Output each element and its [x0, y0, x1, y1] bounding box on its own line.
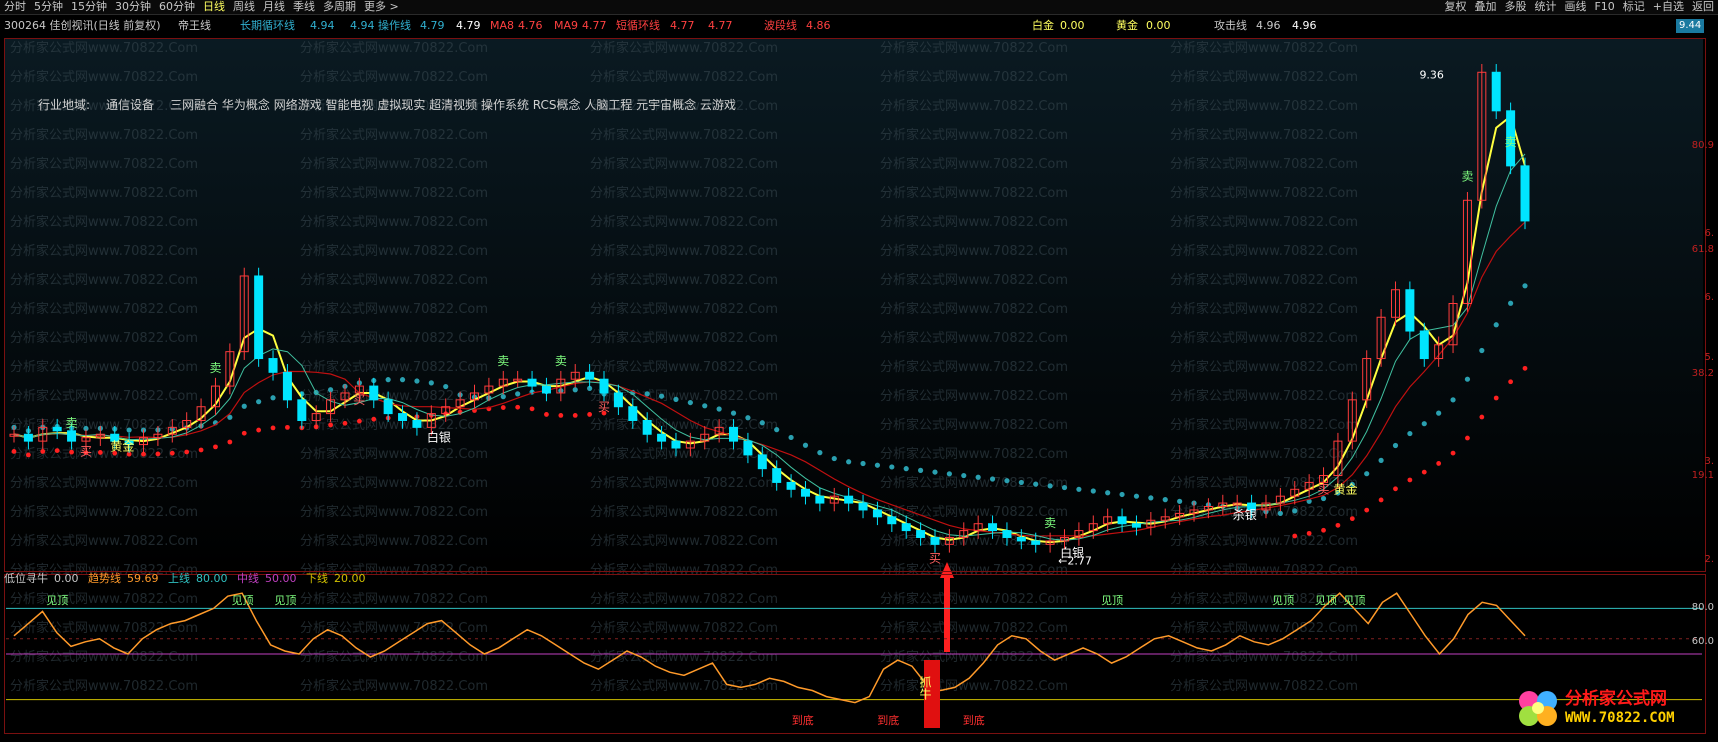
y-tick-8: 2. — [1704, 554, 1714, 565]
logo-title: 分析家公式网 — [1565, 689, 1667, 709]
mid-value: 50.00 — [265, 572, 297, 585]
upper-value: 80.00 — [196, 572, 228, 585]
y-tick-5: 38.2 — [1691, 368, 1714, 379]
industry-label: 行业地域: — [38, 98, 91, 112]
y-tick-6: 3. — [1704, 456, 1714, 467]
sub-chart-panel — [4, 574, 1706, 734]
sub-indicator-header: 低位寻牛 0.00 趋势线 59.69 上线 80.00 中线 50.00 下线 20.0… — [4, 572, 372, 586]
lower-value: 20.00 — [334, 572, 366, 585]
industry-concepts: 三网融合 华为概念 网络游戏 智能电视 虚拟现实 超清视频 操作系统 RCS概念… — [170, 98, 736, 112]
sub-y-tick-80: 80.0 — [1691, 602, 1714, 613]
upper-label: 上线 — [168, 572, 190, 585]
sub-indicator-name[interactable]: 低位寻牛 — [4, 572, 48, 585]
y-tick-1: 6. — [1704, 228, 1714, 239]
y-tick-0: 80.9 — [1691, 140, 1714, 151]
trend-label: 趋势线 — [88, 572, 121, 585]
y-tick-3: 6. — [1704, 292, 1714, 303]
y-tick-7: 19.1 — [1691, 470, 1714, 481]
lower-label: 下线 — [306, 572, 328, 585]
y-tick-2: 61.8 — [1691, 244, 1714, 255]
trend-value: 59.69 — [127, 572, 159, 585]
main-chart-panel — [4, 38, 1706, 572]
sub-y-tick-60: 60.0 — [1691, 636, 1714, 647]
sub-indicator-value: 0.00 — [54, 572, 79, 585]
industry-info: 行业地域: 通信设备 三网融合 华为概念 网络游戏 智能电视 虚拟现实 超清视频 操… — [38, 96, 752, 113]
logo-url: WWW.70822.COM — [1565, 710, 1675, 726]
y-tick-4: 5. — [1704, 352, 1714, 363]
mid-label: 中线 — [237, 572, 259, 585]
industry-sector: 通信设备 — [106, 98, 155, 112]
